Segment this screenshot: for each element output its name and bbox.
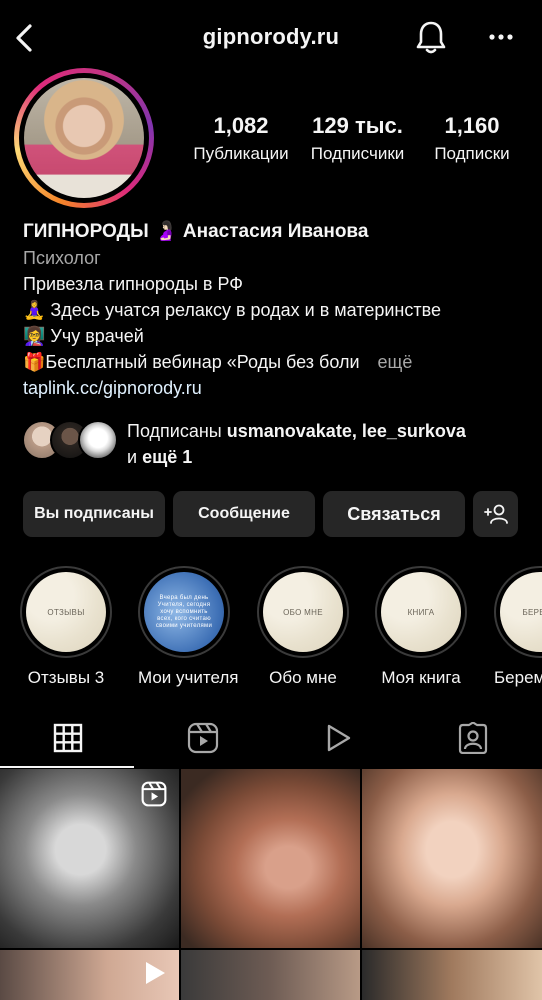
play-icon	[146, 962, 165, 984]
highlight-label: Моя книга	[381, 668, 461, 687]
reels-icon	[187, 722, 218, 754]
highlight-label: Береме	[494, 668, 542, 687]
bio-line: 🧘‍♀️ Здесь учатся релаксу в родах и в ма…	[23, 300, 441, 320]
mutual-prefix: Подписаны	[127, 421, 222, 441]
mutual-and: и	[127, 447, 138, 467]
posts-count-label: Публикации	[193, 144, 289, 163]
highlight-about[interactable]: обо мне Обо мне	[257, 566, 349, 688]
post-thumbnail[interactable]	[181, 769, 360, 948]
add-user-button[interactable]	[473, 491, 518, 537]
bio-line-truncated: 🎁Бесплатный вебинар «Роды без боли ещё	[23, 349, 523, 375]
post-thumbnail[interactable]	[181, 950, 360, 1000]
reels-icon	[141, 781, 167, 807]
bio-line: 👩‍🏫 Учу врачей	[23, 326, 144, 346]
profile-name: ГИПНОРОДЫ 🤰🏻 Анастасия Иванова	[23, 221, 369, 242]
bell-icon[interactable]	[414, 19, 448, 55]
profile-bio: ГИПНОРОДЫ 🤰🏻 Анастасия Иванова Психолог …	[23, 219, 523, 401]
highlight-cover: книга	[381, 572, 461, 652]
highlight-label: Обо мне	[269, 668, 337, 687]
avatar-photo	[24, 78, 144, 198]
more-icon[interactable]	[486, 22, 516, 52]
tagged-icon	[458, 722, 487, 754]
post-thumbnail[interactable]	[362, 769, 542, 948]
post-thumbnail[interactable]	[0, 950, 179, 1000]
highlight-label: Мои учителя	[138, 668, 239, 687]
bio-website-link[interactable]: taplink.cc/gipnorody.ru	[23, 375, 523, 401]
tab-reels[interactable]	[135, 708, 270, 768]
bio-more-link[interactable]: ещё	[378, 352, 413, 372]
mutual-followers[interactable]: Подписаны usmanovakate, lee_surkova и ещ…	[22, 418, 522, 467]
mutual-avatar	[78, 420, 118, 460]
top-bar: gipnorody.ru	[0, 0, 542, 76]
posts-grid	[0, 769, 542, 1000]
followers-count[interactable]: 129 тыс. Подписчики	[300, 113, 415, 164]
highlight-cover: Вчера был день Учителя, сегодня хочу всп…	[144, 572, 224, 652]
following-button[interactable]: Вы подписаны	[23, 491, 165, 537]
highlight-cover: отзывы	[26, 572, 106, 652]
play-icon	[327, 724, 350, 752]
mutual-names: usmanovakate, lee_surkova	[226, 421, 466, 441]
mutual-more: ещё 1	[142, 447, 193, 467]
highlight-cover: обо мне	[263, 572, 343, 652]
add-user-icon	[483, 504, 508, 524]
bio-line: Привезла гипнороды в РФ	[23, 274, 243, 294]
highlight-pregnancy[interactable]: береме Береме	[494, 566, 542, 688]
tab-posts-grid[interactable]	[0, 708, 135, 768]
posts-count-value: 1,082	[213, 113, 269, 138]
profile-avatar[interactable]	[14, 68, 154, 208]
posts-count[interactable]: 1,082 Публикации	[186, 113, 296, 164]
mutual-followers-text: Подписаны usmanovakate, lee_surkova и ещ…	[127, 418, 527, 470]
following-count[interactable]: 1,160 Подписки	[420, 113, 524, 164]
tab-tagged[interactable]	[405, 708, 540, 768]
profile-tabs	[0, 708, 542, 768]
grid-icon	[53, 723, 82, 753]
highlight-book[interactable]: книга Моя книга	[375, 566, 467, 688]
highlight-label: Отзывы 3	[27, 668, 105, 687]
followers-count-value: 129 тыс.	[312, 113, 403, 138]
contact-button[interactable]: Связаться	[323, 491, 465, 537]
profile-username: gipnorody.ru	[202, 24, 340, 49]
active-tab-indicator	[0, 766, 134, 768]
post-thumbnail[interactable]	[362, 950, 542, 1000]
tab-videos[interactable]	[270, 708, 405, 768]
highlight-cover: береме	[500, 572, 542, 652]
bio-line: 🎁Бесплатный вебинар «Роды без боли	[23, 352, 360, 372]
profile-category: Психолог	[23, 248, 101, 268]
followers-count-label: Подписчики	[310, 144, 405, 163]
highlight-reviews[interactable]: отзывы Отзывы 3	[20, 566, 112, 688]
post-thumbnail[interactable]	[0, 769, 179, 948]
highlight-teachers[interactable]: Вчера был день Учителя, сегодня хочу всп…	[138, 566, 239, 688]
following-count-label: Подписки	[434, 144, 510, 163]
message-button[interactable]: Сообщение	[173, 491, 315, 537]
following-count-value: 1,160	[444, 113, 500, 138]
